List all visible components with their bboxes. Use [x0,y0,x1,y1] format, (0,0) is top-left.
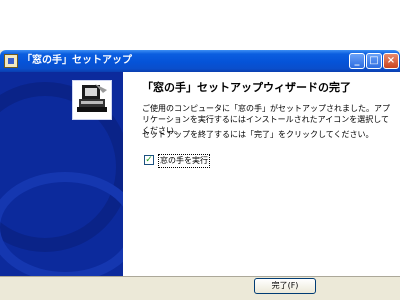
finish-button[interactable]: 完了(F) [254,278,316,294]
window-border [394,278,400,300]
setup-app-icon[interactable] [4,54,18,68]
wizard-content: 「窓の手」セットアップウィザードの完了 ご使用のコンピュータに「窓の手」がセット… [123,72,400,276]
finish-instruction: セットアップを終了するには「完了」をクリックしてください。 [142,130,374,139]
run-app-checkbox[interactable]: ✓ [144,155,154,165]
minimize-button[interactable]: _ [349,53,365,69]
maximize-button[interactable]: □ [366,53,382,69]
setup-wizard-window: 「窓の手」セットアップ _ □ × 「窓の手」セットアップウィザードの完了 ご使… [0,50,400,300]
wizard-sidebar-banner [0,72,123,276]
window-title: 「窓の手」セットアップ [22,55,132,66]
close-button[interactable]: × [383,53,399,69]
title-bar[interactable]: 「窓の手」セットアップ _ □ × [0,50,400,72]
computer-install-icon [72,80,112,120]
button-area-divider [0,276,400,277]
wizard-heading: 「窓の手」セットアップウィザードの完了 [142,81,351,94]
run-app-label[interactable]: 窓の手を実行 [158,154,210,168]
